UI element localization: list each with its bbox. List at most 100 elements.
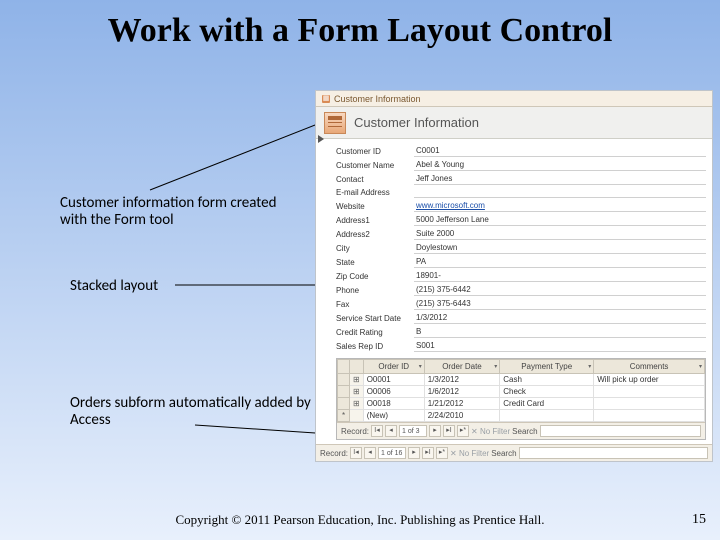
- cell[interactable]: [500, 410, 594, 422]
- nav-search-input[interactable]: [540, 425, 701, 437]
- nav-label: Record:: [320, 449, 348, 458]
- nav-search-label: Search: [512, 427, 537, 436]
- row-selector[interactable]: [338, 374, 350, 386]
- field-value[interactable]: Suite 2000: [414, 228, 706, 240]
- form-row: Websitewww.microsoft.com: [336, 200, 706, 212]
- nav-search-input[interactable]: [519, 447, 708, 459]
- callout-stacked-layout: Stacked layout: [70, 278, 270, 295]
- subform-corner: [338, 360, 350, 374]
- field-value[interactable]: B: [414, 326, 706, 338]
- nav-prev-button[interactable]: ◂: [385, 425, 397, 437]
- field-value[interactable]: www.microsoft.com: [414, 200, 706, 212]
- nav-last-button[interactable]: ▸I: [443, 425, 455, 437]
- cell[interactable]: 1/3/2012: [424, 374, 499, 386]
- field-label: Customer ID: [336, 147, 414, 156]
- field-label: Phone: [336, 286, 414, 295]
- field-label: Contact: [336, 175, 414, 184]
- cell[interactable]: [594, 398, 705, 410]
- form-row: Address2Suite 2000: [336, 228, 706, 240]
- nav-new-button[interactable]: ▸*: [457, 425, 469, 437]
- column-header[interactable]: Comments▾: [594, 360, 705, 374]
- record-selector-icon[interactable]: [318, 135, 326, 143]
- field-label: State: [336, 258, 414, 267]
- form-row: Address15000 Jefferson Lane: [336, 214, 706, 226]
- cell[interactable]: Check: [500, 386, 594, 398]
- column-dropdown-icon[interactable]: ▾: [494, 363, 497, 370]
- field-value[interactable]: (215) 375-6443: [414, 298, 706, 310]
- expand-header: [350, 360, 364, 374]
- form-row: ContactJeff Jones: [336, 173, 706, 185]
- nav-next-button[interactable]: ▸: [429, 425, 441, 437]
- cell[interactable]: (New): [363, 410, 424, 422]
- callout-form-tool: Customer information form created with t…: [60, 195, 280, 230]
- slide-number: 15: [692, 512, 706, 528]
- nav-search-label: Search: [491, 449, 516, 458]
- column-dropdown-icon[interactable]: ▾: [588, 363, 591, 370]
- form-row: Credit RatingB: [336, 326, 706, 338]
- nav-position[interactable]: 1 of 3: [399, 425, 427, 437]
- field-value[interactable]: Doylestown: [414, 242, 706, 254]
- field-value[interactable]: [414, 187, 706, 198]
- cell[interactable]: Cash: [500, 374, 594, 386]
- field-value[interactable]: (215) 375-6442: [414, 284, 706, 296]
- access-form-window: ▦ Customer Information Customer Informat…: [315, 90, 713, 462]
- cell[interactable]: 2/24/2010: [424, 410, 499, 422]
- expand-toggle[interactable]: ⊞: [350, 374, 364, 386]
- nav-nofilter[interactable]: ✕ No Filter: [450, 449, 489, 458]
- expand-toggle[interactable]: ⊞: [350, 398, 364, 410]
- expand-toggle[interactable]: ⊞: [350, 386, 364, 398]
- row-selector[interactable]: [338, 386, 350, 398]
- cell[interactable]: Credit Card: [500, 398, 594, 410]
- row-selector[interactable]: *: [338, 410, 350, 422]
- cell[interactable]: [594, 410, 705, 422]
- nav-first-button[interactable]: I◂: [371, 425, 383, 437]
- orders-subform: Order ID▾Order Date▾Payment Type▾Comment…: [336, 358, 706, 440]
- table-row[interactable]: * (New)2/24/2010: [338, 410, 705, 422]
- tab-title: Customer Information: [334, 94, 421, 104]
- cell[interactable]: 1/21/2012: [424, 398, 499, 410]
- nav-nofilter[interactable]: ✕ No Filter: [471, 427, 510, 436]
- field-label: Address2: [336, 230, 414, 239]
- form-tab[interactable]: ▦ Customer Information: [316, 91, 712, 107]
- nav-last-button[interactable]: ▸I: [422, 447, 434, 459]
- nav-next-button[interactable]: ▸: [408, 447, 420, 459]
- form-row: Service Start Date1/3/2012: [336, 312, 706, 324]
- nav-position[interactable]: 1 of 16: [378, 447, 406, 459]
- field-label: Address1: [336, 216, 414, 225]
- field-value[interactable]: C0001: [414, 145, 706, 157]
- cell[interactable]: O0001: [363, 374, 424, 386]
- column-header[interactable]: Order Date▾: [424, 360, 499, 374]
- cell[interactable]: O0018: [363, 398, 424, 410]
- outer-record-navigator: Record: I◂ ◂ 1 of 16 ▸ ▸I ▸* ✕ No Filter…: [316, 444, 712, 461]
- form-row: Fax(215) 375-6443: [336, 298, 706, 310]
- cell[interactable]: Will pick up order: [594, 374, 705, 386]
- field-value[interactable]: PA: [414, 256, 706, 268]
- field-value[interactable]: S001: [414, 340, 706, 352]
- column-dropdown-icon[interactable]: ▾: [419, 363, 422, 370]
- cell[interactable]: [594, 386, 705, 398]
- column-header[interactable]: Payment Type▾: [500, 360, 594, 374]
- cell[interactable]: 1/6/2012: [424, 386, 499, 398]
- expand-toggle[interactable]: [350, 410, 364, 422]
- nav-prev-button[interactable]: ◂: [364, 447, 376, 459]
- field-value[interactable]: 18901-: [414, 270, 706, 282]
- form-header: Customer Information: [316, 107, 712, 139]
- nav-first-button[interactable]: I◂: [350, 447, 362, 459]
- nav-label: Record:: [341, 427, 369, 436]
- form-row: Sales Rep IDS001: [336, 340, 706, 352]
- cell[interactable]: O0006: [363, 386, 424, 398]
- field-value[interactable]: Abel & Young: [414, 159, 706, 171]
- field-value[interactable]: Jeff Jones: [414, 173, 706, 185]
- form-row: E-mail Address: [336, 187, 706, 198]
- field-value[interactable]: 1/3/2012: [414, 312, 706, 324]
- row-selector[interactable]: [338, 398, 350, 410]
- column-dropdown-icon[interactable]: ▾: [699, 363, 702, 370]
- table-row[interactable]: ⊞O00181/21/2012Credit Card: [338, 398, 705, 410]
- nav-new-button[interactable]: ▸*: [436, 447, 448, 459]
- field-value[interactable]: 5000 Jefferson Lane: [414, 214, 706, 226]
- table-row[interactable]: ⊞O00061/6/2012Check: [338, 386, 705, 398]
- form-row: CityDoylestown: [336, 242, 706, 254]
- column-header[interactable]: Order ID▾: [363, 360, 424, 374]
- form-row: Zip Code18901-: [336, 270, 706, 282]
- table-row[interactable]: ⊞O00011/3/2012CashWill pick up order: [338, 374, 705, 386]
